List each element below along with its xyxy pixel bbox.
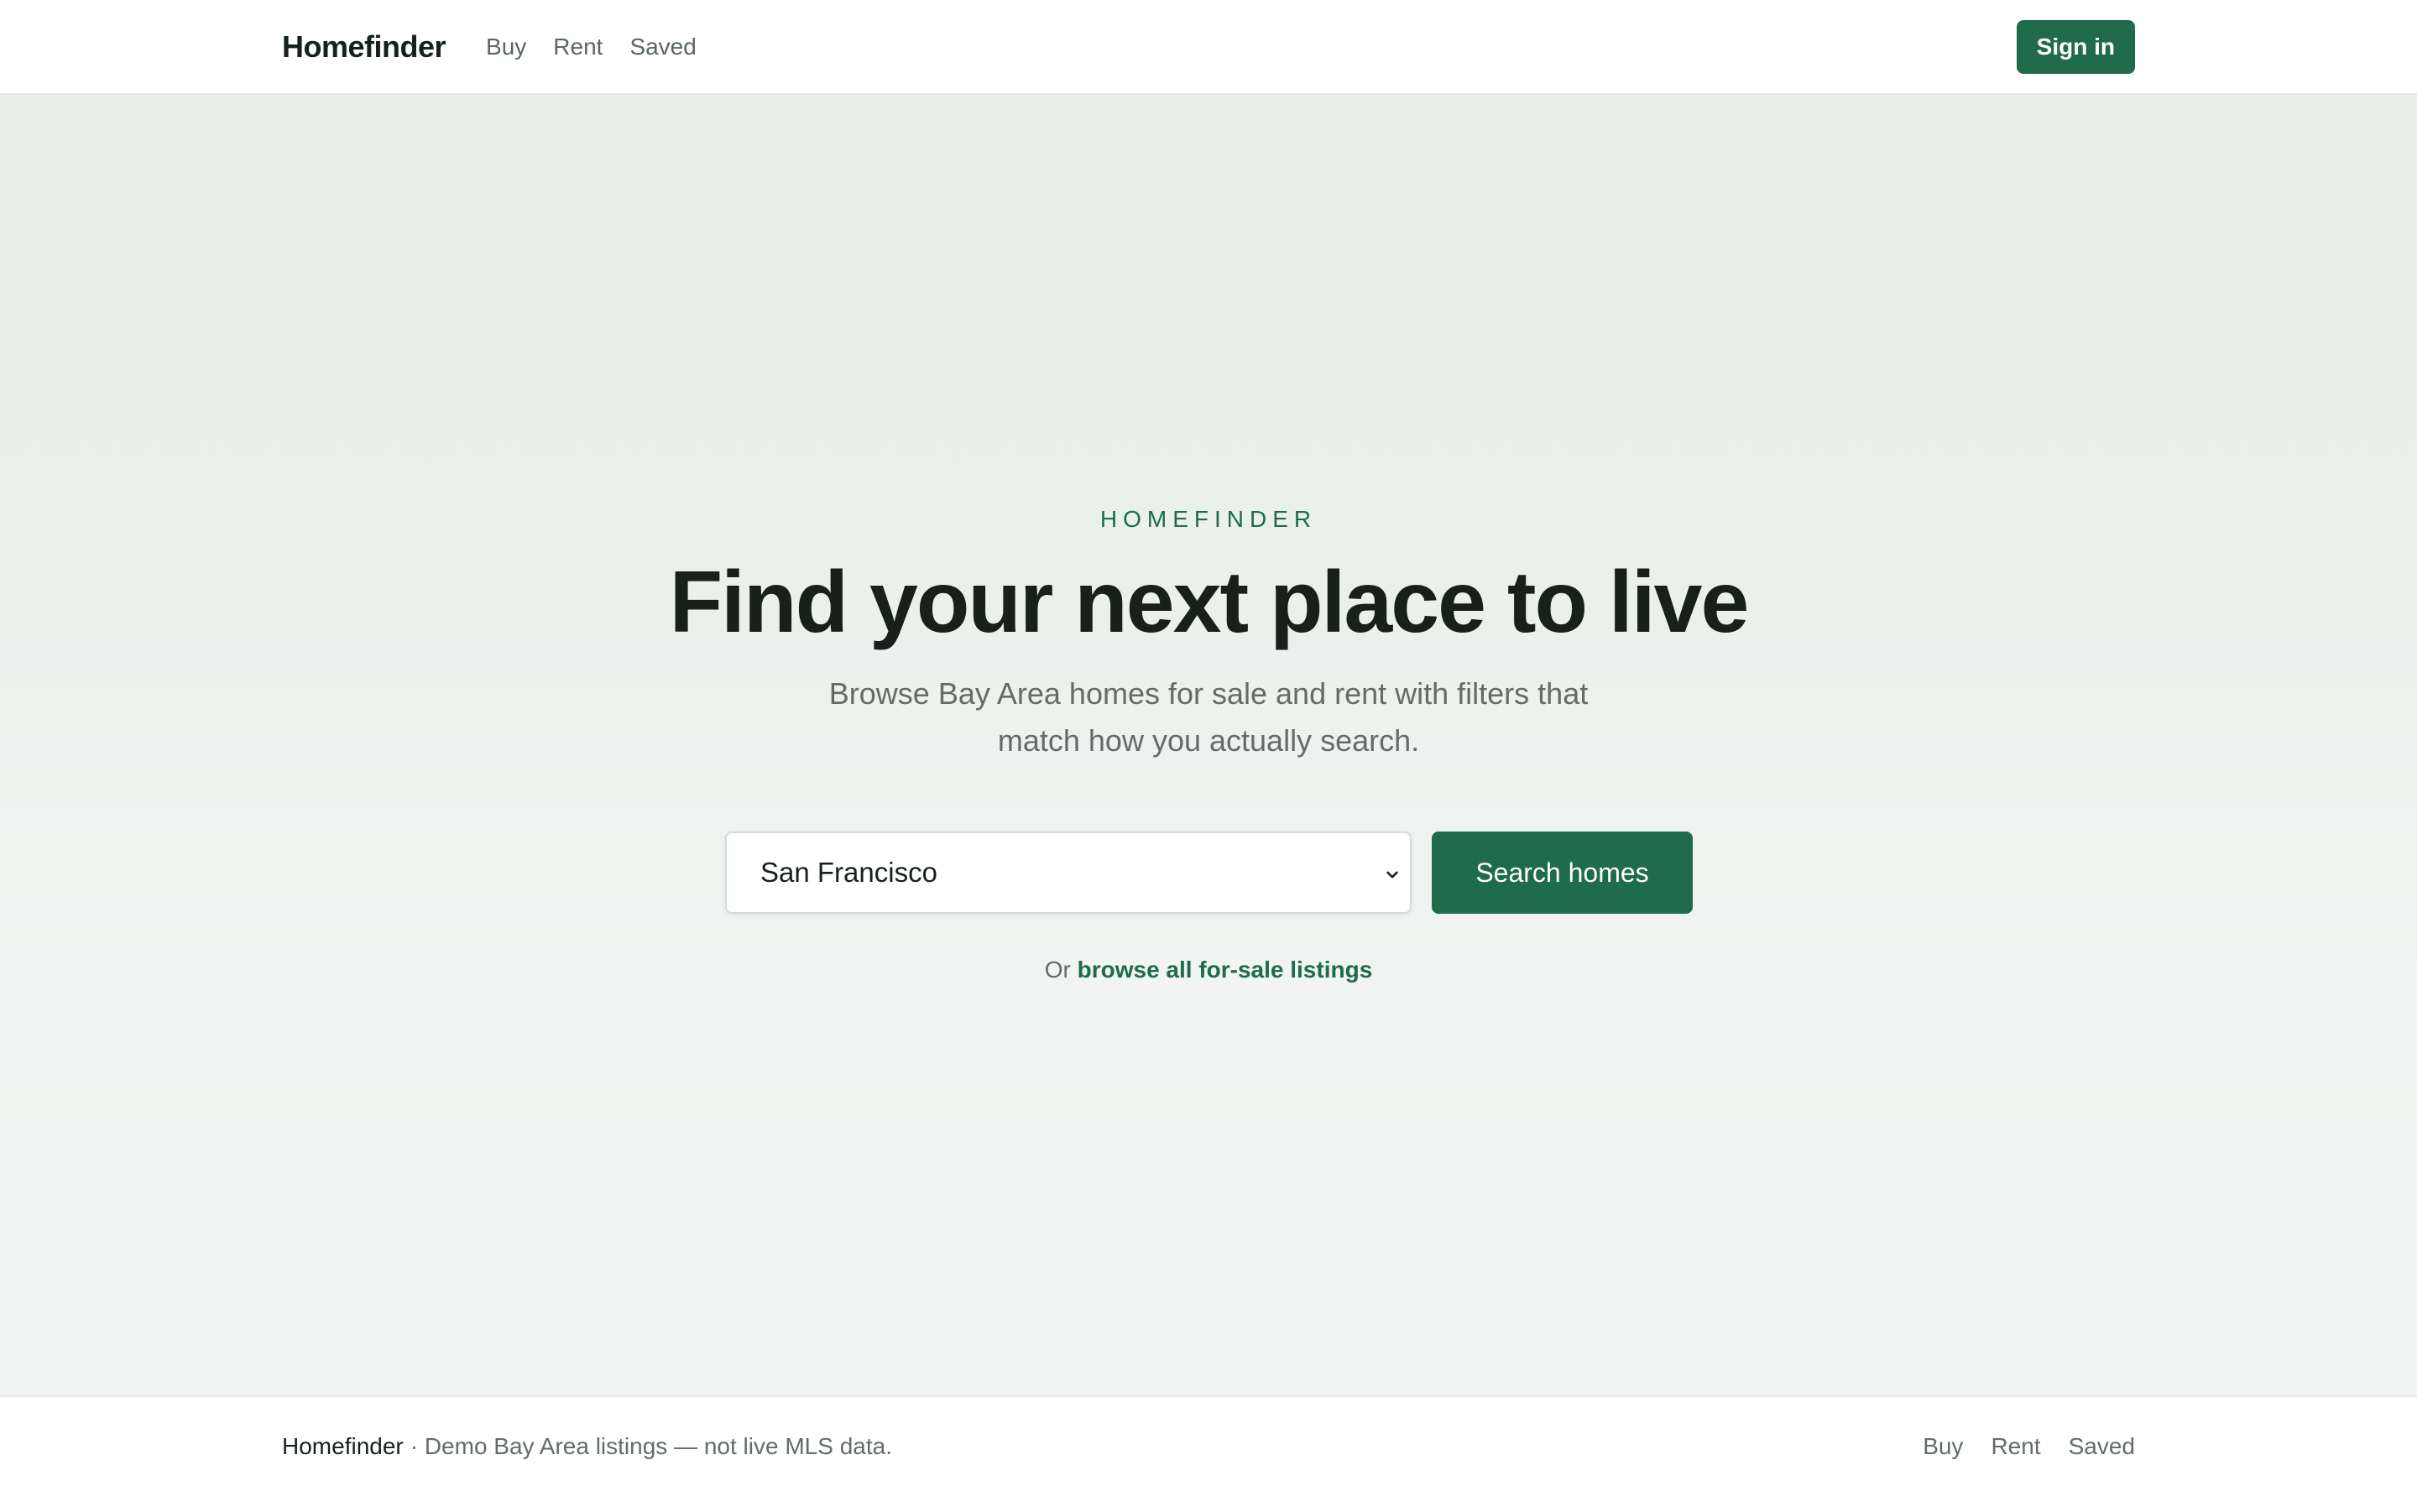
location-select-value: San Francisco — [760, 857, 937, 888]
search-homes-button[interactable]: Search homes — [1432, 832, 1693, 914]
footer-brand[interactable]: Homefinder — [282, 1433, 404, 1460]
footer-link-buy[interactable]: Buy — [1923, 1433, 1963, 1460]
footer-disclaimer: · Demo Bay Area listings — not live MLS … — [410, 1432, 892, 1459]
search-form: San Francisco Search homes — [725, 832, 1693, 914]
nav-link-saved[interactable]: Saved — [629, 34, 696, 60]
browse-line: Or browse all for-sale listings — [0, 957, 2417, 983]
hero-subtitle: Browse Bay Area homes for sale and rent … — [828, 676, 1589, 758]
location-select[interactable]: San Francisco — [725, 832, 1412, 914]
hero-section: HOMEFINDER Find your next place to live … — [0, 95, 2417, 1395]
hero-eyebrow: HOMEFINDER — [1099, 506, 1318, 532]
footer-link-saved[interactable]: Saved — [2069, 1433, 2135, 1460]
top-navigation-bar: Homefinder Buy Rent Saved Sign in — [0, 0, 2417, 95]
brand-logo[interactable]: Homefinder — [282, 29, 446, 65]
sign-in-button[interactable]: Sign in — [2016, 19, 2135, 74]
browse-prefix: Or — [1044, 957, 1071, 983]
footer-link-rent[interactable]: Rent — [1991, 1433, 2040, 1460]
chevron-down-icon — [1386, 871, 1398, 879]
nav-link-rent[interactable]: Rent — [553, 34, 603, 60]
top-navigation-inner: Homefinder Buy Rent Saved Sign in — [282, 0, 2135, 93]
browse-all-listings-link[interactable]: browse all for-sale listings — [1078, 957, 1373, 983]
page-title: Find your next place to live — [669, 554, 1750, 651]
nav-link-buy[interactable]: Buy — [486, 34, 526, 60]
footer-inner: Homefinder · Demo Bay Area listings — no… — [282, 1397, 2135, 1512]
footer: Homefinder · Demo Bay Area listings — no… — [0, 1395, 2417, 1510]
